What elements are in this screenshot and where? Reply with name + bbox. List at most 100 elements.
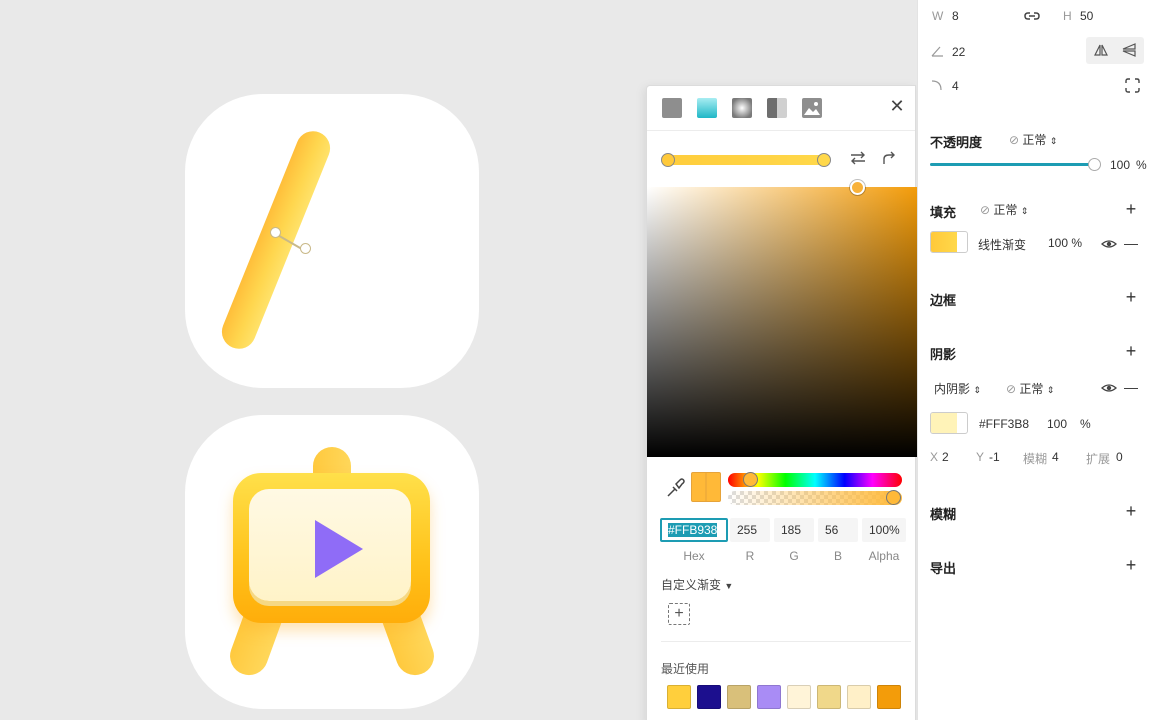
height-label: H	[1063, 9, 1072, 23]
recent-color-swatch[interactable]	[727, 685, 751, 709]
shadow-x-label: X	[930, 450, 939, 464]
flip-horizontal-icon[interactable]	[1093, 43, 1109, 57]
fill-type[interactable]: 线性渐变	[978, 236, 1026, 253]
shadow-color-swatch[interactable]	[930, 412, 968, 434]
alpha-slider-knob[interactable]	[886, 490, 901, 505]
linear-gradient-mode-icon[interactable]	[697, 98, 717, 118]
blend-mode-icon: ⊘	[980, 203, 991, 217]
r-label: R	[745, 549, 755, 563]
rotate-gradient-icon[interactable]	[881, 150, 897, 166]
icon-artboard-stick[interactable]	[185, 94, 479, 388]
add-blur-icon[interactable]: +	[1123, 502, 1139, 520]
fill-swatch[interactable]	[930, 231, 968, 253]
add-export-icon[interactable]: +	[1123, 556, 1139, 574]
shadow-blur-input[interactable]: 4	[1052, 450, 1059, 464]
corner-radius-input[interactable]: 4	[952, 79, 992, 93]
recent-color-swatch[interactable]	[697, 685, 721, 709]
g-input[interactable]: 185	[774, 518, 814, 542]
shadow-color-hex[interactable]: #FFF3B8	[979, 417, 1029, 431]
opacity-blend-value: 正常	[1022, 133, 1047, 147]
hex-input[interactable]: #FFB938	[660, 518, 728, 542]
easel-screen	[249, 489, 411, 601]
remove-fill-icon[interactable]: —	[1124, 236, 1138, 250]
eye-icon[interactable]	[1101, 380, 1117, 396]
opacity-value[interactable]: 100	[1110, 158, 1130, 172]
rotation-input[interactable]: 22	[952, 45, 992, 59]
custom-gradient-dropdown[interactable]: 自定义渐变 ▼	[661, 576, 733, 593]
height-input[interactable]: 50	[1080, 9, 1120, 23]
rotation-icon	[931, 46, 943, 57]
add-fill-icon[interactable]: +	[1123, 200, 1139, 218]
custom-gradient-label: 自定义渐变	[661, 578, 722, 592]
recent-color-swatch[interactable]	[877, 685, 901, 709]
close-picker-icon[interactable]: ✕	[887, 96, 907, 116]
add-border-icon[interactable]: +	[1123, 288, 1139, 306]
color-picker-panel: ✕ #FFB938 255 185 56 100% Hex R G B Alph…	[646, 85, 917, 720]
b-input[interactable]: 56	[818, 518, 858, 542]
shadow-opacity[interactable]: 100	[1047, 417, 1067, 431]
eye-icon[interactable]	[1101, 236, 1117, 252]
swap-stops-icon[interactable]	[849, 150, 867, 166]
fill-blend-select[interactable]: ⊘ 正常 ⇕	[980, 201, 1028, 218]
flip-vertical-icon[interactable]	[1121, 43, 1137, 57]
g-label: G	[789, 549, 799, 563]
radial-gradient-mode-icon[interactable]	[732, 98, 752, 118]
link-ratio-icon[interactable]	[1024, 10, 1040, 22]
opacity-section-title: 不透明度	[930, 135, 983, 150]
gradient-stop-end[interactable]	[817, 153, 831, 167]
recent-color-swatch[interactable]	[787, 685, 811, 709]
opacity-unit: %	[1136, 158, 1147, 172]
select-arrows-icon: ⇕	[1020, 206, 1029, 216]
alpha-label: Alpha	[868, 549, 900, 563]
recent-color-swatch[interactable]	[847, 685, 871, 709]
current-color-preview	[691, 472, 721, 502]
shadow-spread-input[interactable]: 0	[1116, 450, 1123, 464]
recent-color-swatch[interactable]	[757, 685, 781, 709]
flip-buttons-group	[1086, 37, 1144, 64]
recent-color-swatch[interactable]	[667, 685, 691, 709]
fill-opacity[interactable]: 100 %	[1048, 236, 1082, 250]
saturation-value-area[interactable]	[647, 187, 917, 457]
r-input[interactable]: 255	[730, 518, 770, 542]
border-section-title: 边框	[930, 293, 957, 308]
opacity-blend-select[interactable]: ⊘ 正常 ⇕	[1009, 131, 1057, 148]
solid-fill-mode-icon[interactable]	[662, 98, 682, 118]
angular-gradient-mode-icon[interactable]	[767, 98, 787, 118]
select-arrows-icon: ⇕	[1046, 385, 1055, 395]
hue-slider-knob[interactable]	[743, 472, 758, 487]
shadow-y-input[interactable]: -1	[989, 450, 1000, 464]
shadow-blend-select[interactable]: ⊘ 正常 ⇕	[1006, 380, 1054, 397]
add-custom-gradient-button[interactable]: +	[668, 603, 690, 625]
divider	[647, 130, 915, 131]
divider	[661, 641, 911, 642]
opacity-slider[interactable]	[930, 163, 1095, 166]
blur-section-title: 模糊	[930, 507, 957, 522]
icon-artboard-easel[interactable]	[185, 415, 479, 709]
blend-mode-icon: ⊘	[1006, 382, 1017, 396]
alpha-slider[interactable]	[728, 491, 902, 505]
opacity-slider-knob[interactable]	[1088, 158, 1101, 171]
alpha-input[interactable]: 100%	[862, 518, 906, 542]
width-input[interactable]: 8	[952, 9, 992, 23]
independent-corners-icon[interactable]	[1125, 78, 1140, 93]
fill-blend-value: 正常	[993, 203, 1018, 217]
gradient-stops-track[interactable]	[667, 155, 825, 165]
shadow-type-select[interactable]: 内阴影 ⇕	[934, 380, 981, 397]
opacity-slider-fill	[930, 163, 1095, 166]
easel-board	[233, 473, 430, 623]
inspector-panel: W 8 H 50 22 4 不透明度 ⊘ 正常 ⇕ 100 % 填充 ⊘ 正常	[917, 0, 1152, 720]
select-arrows-icon: ⇕	[1049, 136, 1058, 146]
gradient-start-handle[interactable]	[270, 227, 281, 238]
shadow-x-input[interactable]: 2	[942, 450, 949, 464]
add-shadow-icon[interactable]: +	[1123, 342, 1139, 360]
shadow-section-title: 阴影	[930, 347, 957, 362]
gradient-end-handle[interactable]	[300, 243, 311, 254]
eyedropper-icon[interactable]	[665, 477, 685, 499]
selected-stick-shape[interactable]	[216, 126, 336, 354]
recent-color-swatch[interactable]	[817, 685, 841, 709]
remove-shadow-icon[interactable]: —	[1124, 380, 1138, 394]
gradient-stop-start[interactable]	[661, 153, 675, 167]
recent-colors-label: 最近使用	[661, 662, 710, 676]
image-fill-mode-icon[interactable]	[802, 98, 822, 118]
saturation-value-knob[interactable]	[850, 180, 865, 195]
